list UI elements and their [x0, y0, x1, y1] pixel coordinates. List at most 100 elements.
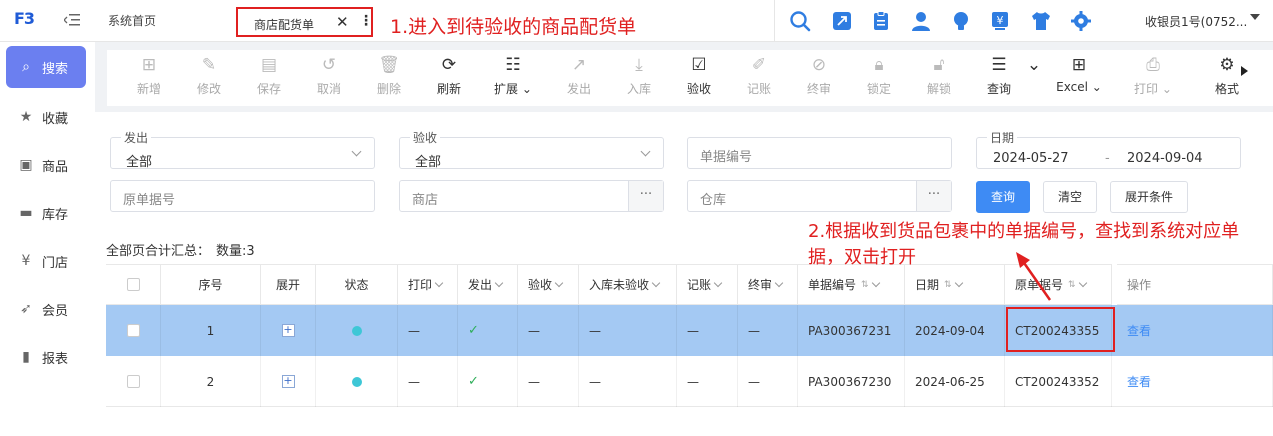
checkbox[interactable] [126, 375, 140, 388]
send-select[interactable]: 发出 全部 [110, 131, 375, 170]
close-icon[interactable]: ✕ [336, 13, 349, 31]
sidebar-item-report[interactable]: ▮ 报表 [6, 336, 86, 378]
edit-button[interactable]: ✎ 修改 [185, 54, 233, 97]
view-link[interactable]: 查看 [1127, 322, 1151, 339]
sidebar-item-label: 商品 [42, 159, 69, 175]
more-dots-icon[interactable]: ··· [628, 181, 663, 211]
print-icon: ⎙ [1146, 55, 1160, 75]
more-dots-icon[interactable]: ··· [916, 181, 951, 211]
header-status: 状态 [316, 264, 398, 305]
send-icon: ↗ [571, 55, 587, 75]
inbound-button[interactable]: ⤓ 入库 [615, 54, 663, 97]
refresh-button[interactable]: ⟳ 刷新 [425, 54, 473, 97]
expand-plus-icon[interactable]: + [281, 375, 295, 388]
checkbox[interactable] [126, 324, 140, 337]
query-dropdown[interactable]: ⌄ [1019, 54, 1049, 76]
sidebar-item-label: 会员 [42, 303, 69, 319]
sidebar-item-member[interactable]: ➶ 会员 [6, 288, 86, 330]
expand-plus-icon[interactable]: + [281, 324, 295, 337]
status-dot-icon [351, 376, 362, 387]
store-input[interactable]: 商店 ··· [399, 180, 664, 212]
search-icon[interactable] [789, 10, 811, 32]
header-select-all[interactable] [106, 264, 161, 305]
check-mark-icon: ✓ [468, 374, 479, 389]
expand-conditions-button[interactable]: 展开条件 [1110, 181, 1188, 213]
accept-select[interactable]: 验收 全部 [399, 131, 664, 170]
final-review-icon: ⊘ [811, 55, 827, 75]
lock-icon: 🔒︎ [874, 55, 884, 75]
annotation-step1: 1.进入到待验收的商品配货单 [390, 16, 637, 38]
table-row[interactable]: 2 + — ✓ — — — — PA300367230 2024-06-25 C… [106, 356, 1273, 407]
sidebar-item-goods[interactable]: ▣ 商品 [6, 144, 86, 186]
user-icon[interactable] [910, 10, 932, 32]
sidebar-item-search[interactable]: ⌕ 搜索 [6, 46, 86, 88]
more-vertical-icon[interactable]: ⋮ [359, 13, 373, 29]
delete-icon: 🗑 [378, 55, 400, 75]
final-review-button[interactable]: ⊘ 终审 [795, 54, 843, 97]
user-name[interactable]: 收银员1号(0752... [1145, 13, 1247, 30]
unlock-button[interactable]: 🔓︎ 解锁 [915, 54, 963, 97]
lock-button[interactable]: 🔒︎ 锁定 [855, 54, 903, 97]
view-link[interactable]: 查看 [1127, 373, 1151, 390]
cell-accept: — [518, 356, 579, 407]
excel-button[interactable]: ⊞ Excel ⌄ [1053, 54, 1105, 94]
check-icon: ☑ [691, 55, 707, 75]
add-button[interactable]: ⊞ 新增 [125, 54, 173, 97]
extend-icon: ☷ [505, 55, 521, 75]
search-icon: ⌕ [22, 59, 30, 75]
report-icon: ▮ [22, 349, 30, 365]
cell-ledger: — [677, 356, 738, 407]
date-range-picker[interactable]: 日期 2024-05-27 - 2024-09-04 [976, 131, 1241, 169]
doc-no-input[interactable]: 单据编号 [687, 137, 952, 169]
sidebar-item-store[interactable]: ¥ 门店 [6, 240, 86, 282]
scroll-right-icon[interactable] [1241, 66, 1248, 76]
header-ledger[interactable]: 记账 [677, 264, 738, 305]
tab-store-distribution[interactable]: 商店配货单 ✕ ⋮ [236, 7, 373, 37]
fullscreen-icon[interactable] [831, 10, 853, 32]
warehouse-input[interactable]: 仓库 ··· [687, 180, 952, 212]
shirt-icon[interactable] [1030, 10, 1052, 32]
send-button[interactable]: ↗ 发出 [555, 54, 603, 97]
sidebar-item-favorites[interactable]: ★ 收藏 [6, 96, 86, 138]
ledger-button[interactable]: ✐ 记账 [735, 54, 783, 97]
caret-down-icon[interactable] [1250, 14, 1260, 20]
excel-icon: ⊞ [1071, 55, 1087, 75]
delete-button[interactable]: 🗑 删除 [365, 54, 413, 97]
header-unaccepted[interactable]: 入库未验收 [579, 264, 677, 305]
cell-ledger: — [677, 305, 738, 356]
header-final[interactable]: 终审 [738, 264, 798, 305]
checkbox[interactable] [126, 278, 140, 291]
refresh-icon: ⟳ [441, 55, 457, 75]
annotation-highlight-box [1006, 307, 1115, 352]
query-submit-button[interactable]: 查询 [976, 181, 1030, 213]
date-from[interactable]: 2024-05-27 [993, 151, 1069, 166]
chevron-down-icon: ⌄ [1026, 55, 1042, 75]
header-send[interactable]: 发出 [458, 264, 518, 305]
sidebar-item-inventory[interactable]: ▬ 库存 [6, 192, 86, 234]
chevron-down-icon [640, 146, 651, 157]
clear-button[interactable]: 清空 [1043, 181, 1097, 213]
menu-collapse-icon[interactable] [64, 13, 80, 27]
orig-no-input[interactable]: 原单据号 [110, 180, 375, 212]
tab-home[interactable]: 系统首页 [108, 12, 156, 29]
date-to[interactable]: 2024-09-04 [1127, 151, 1203, 166]
query-button[interactable]: ☰ 查询 [975, 54, 1023, 97]
header-accept[interactable]: 验收 [518, 264, 579, 305]
cancel-button[interactable]: ↺ 取消 [305, 54, 353, 97]
cell-doc-no: PA300367230 [798, 356, 905, 407]
bulb-icon[interactable] [950, 10, 972, 32]
print-button[interactable]: ⎙ 打印 ⌄ [1129, 54, 1177, 97]
store-icon: ¥ [21, 253, 31, 269]
gear-icon[interactable] [1070, 10, 1092, 32]
header-print[interactable]: 打印 [398, 264, 458, 305]
undo-icon: ↺ [321, 55, 337, 75]
cashier-icon[interactable]: ¥ [989, 10, 1011, 32]
edit-icon: ✎ [201, 55, 217, 75]
sidebar: ⌕ 搜索 ★ 收藏 ▣ 商品 ▬ 库存 ¥ 门店 ➶ 会员 ▮ 报表 [0, 42, 95, 436]
save-icon: ▤ [260, 55, 278, 75]
save-button[interactable]: ▤ 保存 [245, 54, 293, 97]
extend-button[interactable]: ☷ 扩展 ⌄ [489, 54, 537, 97]
inbound-icon: ⤓ [635, 55, 643, 75]
accept-button[interactable]: ☑ 验收 [675, 54, 723, 97]
clipboard-icon[interactable] [870, 10, 892, 32]
